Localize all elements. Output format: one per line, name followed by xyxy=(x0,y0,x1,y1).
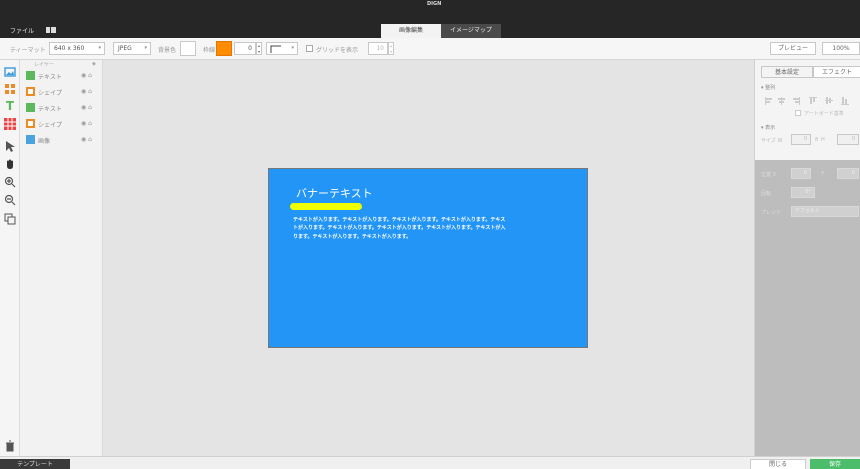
text-layer-icon xyxy=(26,103,35,112)
size-select[interactable]: 640 x 360 ▾ xyxy=(49,42,105,55)
blend-label: ブレンド xyxy=(761,210,782,216)
tab-effects[interactable]: エフェクト xyxy=(813,66,860,78)
eye-icon[interactable]: ◉ ⌂ xyxy=(81,120,92,127)
toolbar: ティーマット 640 x 360 ▾ JPEG ▾ 背景色 枠線 0 ▴ ▾ ▾ グリ… xyxy=(0,38,860,60)
layers-panel: レイヤー ◆ テキスト ◉ ⌂ シェイプ ◉ ⌂ テキスト ◉ ⌂ シェイプ ◉… xyxy=(20,60,103,456)
eye-icon[interactable]: ◉ ⌂ xyxy=(81,72,92,79)
shape-layer-icon xyxy=(26,119,35,128)
line-style-icon xyxy=(270,45,281,53)
layer-name: シェイプ xyxy=(38,90,63,97)
line-width-stepper[interactable]: ▴ ▾ xyxy=(256,42,262,55)
layer-item[interactable]: テキスト ◉ ⌂ xyxy=(26,102,102,114)
grid-checkbox[interactable] xyxy=(306,45,313,52)
align-section-header: ▾ 整列 xyxy=(761,85,776,91)
banner-artboard[interactable]: バナーテキスト テキストが入ります。テキストが入ります。テキストが入ります。テキ… xyxy=(268,168,588,348)
layers-header: レイヤー xyxy=(34,62,54,68)
x-input[interactable]: 0 xyxy=(791,168,811,179)
hand-tool-icon[interactable] xyxy=(4,158,16,170)
preview-button[interactable]: プレビュー xyxy=(770,42,816,55)
rotation-label: 回転 xyxy=(761,191,772,197)
position-label: 位置 X xyxy=(761,172,777,178)
tool-sidebar: T xyxy=(0,60,20,456)
image-tool-icon[interactable] xyxy=(4,66,16,78)
editor-app: DIGN ファイル 画像編集 イメージマップ ティーマット 640 x 360 ▾… xyxy=(0,0,860,469)
text-layer-icon xyxy=(26,71,35,80)
preset-label: ティーマット xyxy=(10,47,46,54)
display-section-header: ▾ 表示 xyxy=(761,125,776,131)
line-color-swatch[interactable] xyxy=(216,41,232,56)
layer-name: 画像 xyxy=(38,138,51,145)
height-label: H xyxy=(821,137,825,143)
y-input[interactable]: 0 xyxy=(837,168,859,179)
align-buttons xyxy=(763,96,859,106)
bg-color-swatch[interactable] xyxy=(180,41,196,56)
chevron-down-icon: ▾ xyxy=(144,45,147,51)
file-menu[interactable]: ファイル xyxy=(10,26,34,35)
grid-label: グリッドを表示 xyxy=(316,47,359,54)
pattern-tool-icon[interactable] xyxy=(4,118,16,130)
eye-icon[interactable]: ◉ ⌂ xyxy=(81,136,92,143)
footer-bar: テンプレート 閉じる 保存 xyxy=(0,456,860,469)
shape-tool-icon[interactable] xyxy=(4,83,16,95)
banner-body-text[interactable]: テキストが入ります。テキストが入ります。テキストが入ります。テキストが入ります。… xyxy=(293,216,508,241)
tab-image-map[interactable]: イメージマップ xyxy=(441,24,501,38)
tab-image-edit[interactable]: 画像編集 xyxy=(381,24,441,38)
banner-title[interactable]: バナーテキスト xyxy=(296,185,373,201)
save-button[interactable]: 保存 xyxy=(810,459,860,469)
artboard-align-checkbox[interactable] xyxy=(795,110,801,116)
properties-disabled-area: 位置 X 0 Y 0 回転 0° ブレンド デフォルト xyxy=(755,160,860,220)
properties-panel: 基本設定 エフェクト ▾ 整列 アートボード基準 ▾ 表示 サイズ W 0 8 … xyxy=(754,60,860,456)
size-label: サイズ W xyxy=(761,138,783,144)
line-width-input[interactable]: 0 xyxy=(234,42,256,55)
rotation-input[interactable]: 0° xyxy=(791,187,815,198)
shape-layer-icon xyxy=(26,87,35,96)
blend-select[interactable]: デフォルト xyxy=(791,206,859,217)
properties-top: 基本設定 エフェクト ▾ 整列 アートボード基準 ▾ 表示 サイズ W 0 8 … xyxy=(755,60,860,160)
brand-logo: DIGN xyxy=(427,1,442,7)
link-icon[interactable]: 8 xyxy=(815,137,818,143)
trash-icon[interactable] xyxy=(4,440,16,452)
line-color-label: 枠線 xyxy=(203,47,216,54)
layer-item[interactable]: テキスト ◉ ⌂ xyxy=(26,70,102,82)
layer-item[interactable]: シェイプ ◉ ⌂ xyxy=(26,118,102,130)
width-input[interactable]: 0 xyxy=(791,134,811,145)
template-button[interactable]: テンプレート xyxy=(0,459,70,469)
artboard-align-label: アートボード基準 xyxy=(804,111,844,117)
layer-item[interactable]: シェイプ ◉ ⌂ xyxy=(26,86,102,98)
bg-color-label: 背景色 xyxy=(158,47,177,54)
eye-icon[interactable]: ◉ ⌂ xyxy=(81,104,92,111)
layer-name: テキスト xyxy=(38,74,62,81)
layer-name: シェイプ xyxy=(38,122,63,129)
banner-underline-shape[interactable] xyxy=(290,203,362,210)
duplicate-icon[interactable] xyxy=(4,213,16,225)
layers-lock-column-icon: ◆ xyxy=(92,61,96,67)
zoom-out-icon[interactable] xyxy=(4,194,16,206)
grid-size-input[interactable]: 10 xyxy=(368,42,388,55)
layer-item[interactable]: 画像 ◉ ⌂ xyxy=(26,134,102,146)
close-button[interactable]: 閉じる xyxy=(750,459,806,469)
text-tool-icon[interactable]: T xyxy=(4,100,16,112)
chevron-down-icon: ▾ xyxy=(98,45,101,51)
layer-name: テキスト xyxy=(38,106,62,113)
height-input[interactable]: 0 xyxy=(837,134,859,145)
y-label: Y xyxy=(821,171,825,177)
chevron-down-icon: ▾ xyxy=(291,45,294,51)
image-layer-icon xyxy=(26,135,35,144)
select-arrow-icon[interactable] xyxy=(4,140,16,152)
eye-icon[interactable]: ◉ ⌂ xyxy=(81,88,92,95)
zoom-select[interactable]: 100% xyxy=(822,42,860,55)
zoom-in-icon[interactable] xyxy=(4,176,16,188)
grid-icon[interactable] xyxy=(46,27,56,33)
tab-basic-settings[interactable]: 基本設定 xyxy=(761,66,813,78)
format-select[interactable]: JPEG ▾ xyxy=(113,42,151,55)
top-bar: DIGN ファイル 画像編集 イメージマップ xyxy=(0,0,860,38)
line-style-select[interactable]: ▾ xyxy=(266,42,298,55)
grid-size-stepper[interactable]: ▴ ▾ xyxy=(388,42,394,55)
